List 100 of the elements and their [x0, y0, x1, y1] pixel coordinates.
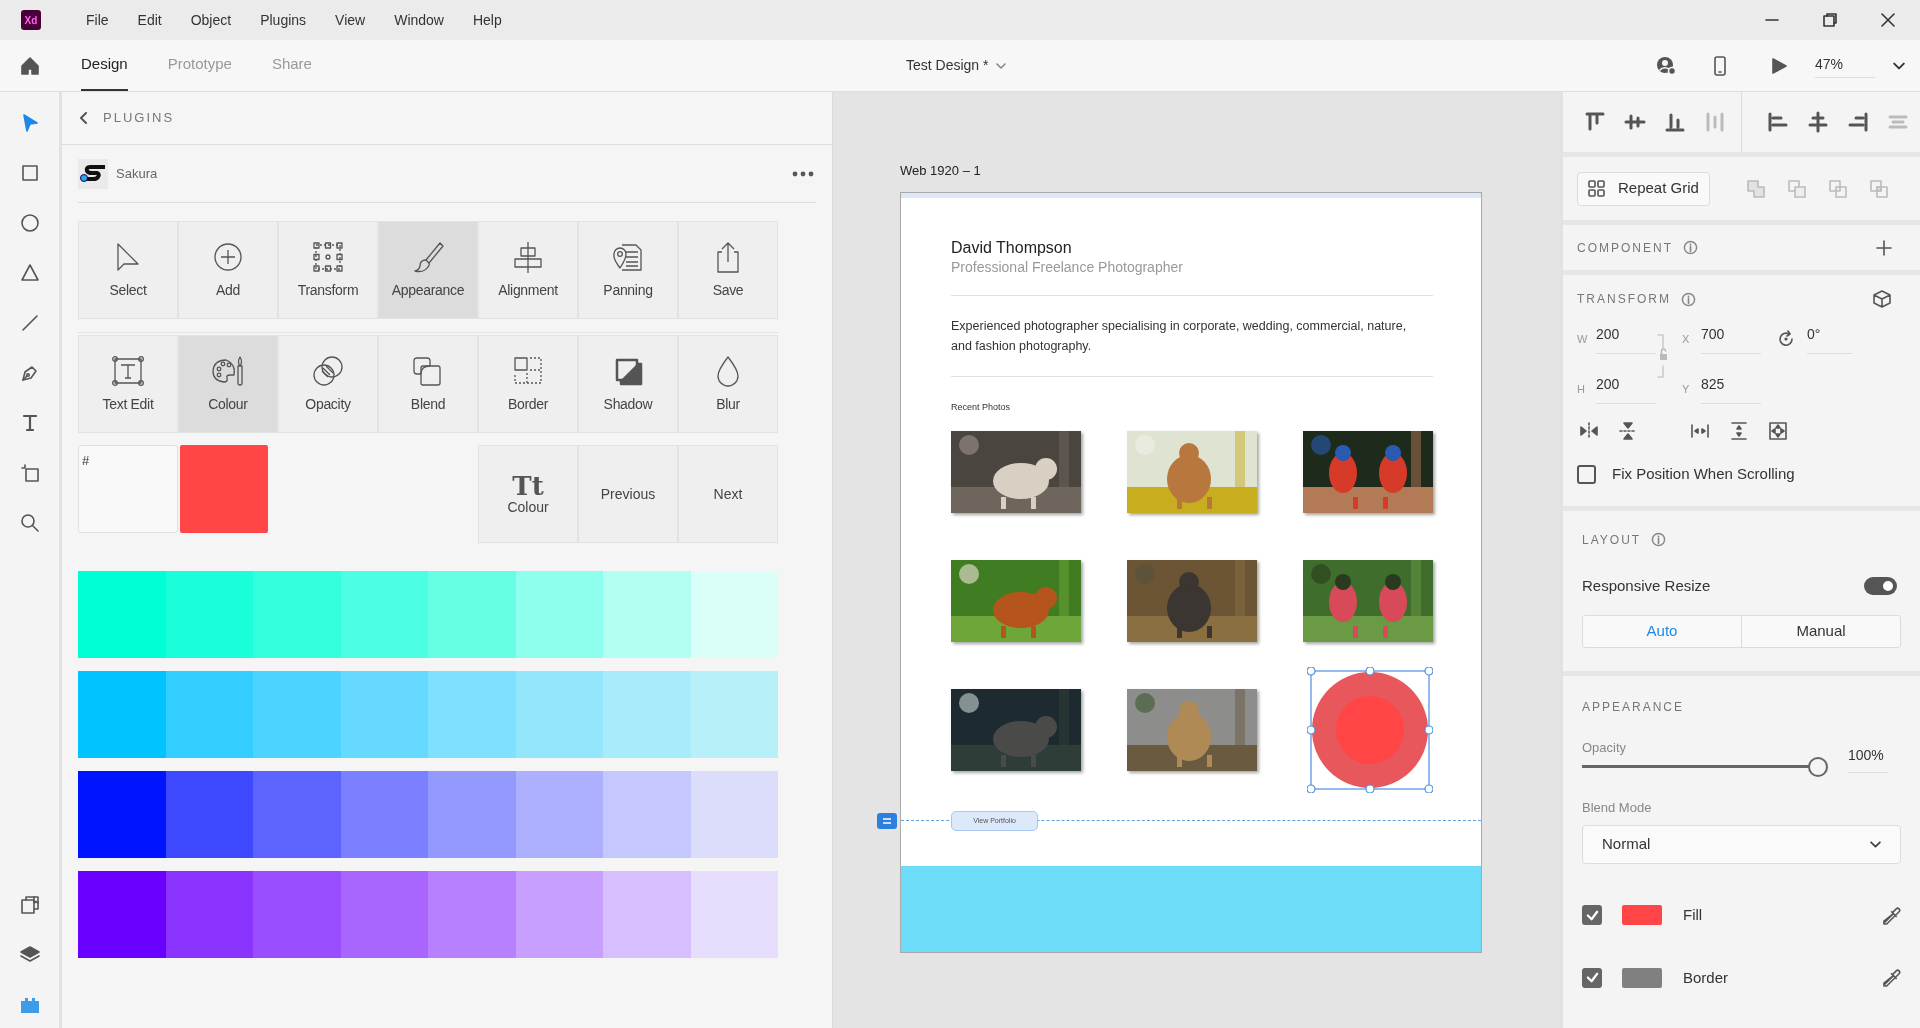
menu-item[interactable]: Edit	[137, 9, 162, 31]
plugin-tool-button[interactable]: Opacity	[278, 335, 378, 433]
checkbox[interactable]	[1577, 464, 1596, 484]
plugin-tool-button[interactable]: Transform	[278, 221, 378, 319]
opacity-value[interactable]: 100%	[1848, 744, 1888, 773]
colour-swatch[interactable]	[515, 771, 603, 858]
align-left-icon[interactable]	[1766, 110, 1790, 134]
colour-chip[interactable]	[1622, 967, 1662, 988]
colour-swatch[interactable]	[253, 771, 341, 858]
maximize-icon[interactable]	[1820, 10, 1840, 30]
intersect-icon[interactable]	[1827, 178, 1848, 199]
add-icon[interactable]	[1876, 239, 1892, 256]
play-icon[interactable]	[1770, 56, 1788, 75]
colour-swatch[interactable]	[340, 771, 428, 858]
plugin-tool-button[interactable]: Colour	[178, 335, 278, 433]
blend-mode-dropdown[interactable]: Normal	[1582, 825, 1901, 864]
text-colour-button[interactable]: Tt Colour	[478, 445, 578, 543]
colour-swatch[interactable]	[690, 771, 778, 858]
colour-swatch[interactable]	[603, 771, 691, 858]
colour-swatch[interactable]	[515, 871, 603, 958]
colour-swatch[interactable]	[78, 571, 166, 658]
colour-swatch[interactable]	[165, 571, 253, 658]
nav-button[interactable]: Next	[678, 445, 778, 543]
plugin-tool-button[interactable]: Select	[78, 221, 178, 319]
colour-swatch[interactable]	[165, 871, 253, 958]
colour-swatch[interactable]	[253, 871, 341, 958]
colour-swatch[interactable]	[340, 671, 428, 758]
colour-swatch[interactable]	[603, 871, 691, 958]
flip-horizontal-icon[interactable]	[1579, 421, 1599, 441]
menu-item[interactable]: Window	[394, 9, 444, 31]
plugin-tool-button[interactable]: Save	[678, 221, 778, 319]
zoom-tool-icon[interactable]	[18, 512, 41, 534]
menu-item[interactable]: View	[335, 9, 366, 31]
info-icon[interactable]	[1681, 291, 1696, 307]
colour-swatch[interactable]	[690, 671, 778, 758]
plugin-tool-button[interactable]: Border	[478, 335, 578, 433]
plugin-tool-button[interactable]: Text Edit	[78, 335, 178, 433]
segment-button[interactable]: Manual	[1741, 616, 1900, 647]
rotate-icon[interactable]	[1777, 330, 1795, 348]
colour-swatch[interactable]	[78, 771, 166, 858]
colour-swatch[interactable]	[428, 671, 516, 758]
flip-vertical-icon[interactable]	[1618, 421, 1638, 441]
colour-swatch[interactable]	[340, 871, 428, 958]
3d-cube-icon[interactable]	[1872, 289, 1892, 309]
close-icon[interactable]	[1878, 10, 1898, 30]
pin-edges-icon[interactable]	[1768, 421, 1788, 441]
artboard-label[interactable]: Web 1920 – 1	[900, 161, 1560, 181]
align-right-icon[interactable]	[1846, 110, 1870, 134]
plugin-tool-button[interactable]: Blend	[378, 335, 478, 433]
colour-swatch[interactable]	[515, 671, 603, 758]
colour-swatch[interactable]	[690, 571, 778, 658]
menu-item[interactable]: File	[86, 9, 109, 31]
checkbox[interactable]	[1582, 905, 1602, 926]
checkbox-label[interactable]: Fix Position When Scrolling	[1612, 463, 1795, 486]
lock-icon[interactable]	[1657, 334, 1669, 378]
plugin-tool-button[interactable]: Appearance	[378, 221, 478, 319]
guide-handle-icon[interactable]	[877, 813, 897, 829]
ellipse-tool-icon[interactable]	[18, 212, 41, 234]
colour-swatch[interactable]	[78, 871, 166, 958]
colour-swatch[interactable]	[253, 671, 341, 758]
home-icon[interactable]	[19, 54, 41, 77]
colour-swatch[interactable]	[428, 571, 516, 658]
hex-colour-field[interactable]: #	[78, 445, 178, 533]
colour-swatch[interactable]	[428, 771, 516, 858]
more-icon[interactable]	[792, 170, 814, 177]
colour-swatch[interactable]	[603, 571, 691, 658]
transform-field[interactable]: 200	[1596, 374, 1656, 404]
eyedropper-icon[interactable]	[1882, 968, 1901, 988]
align-center-icon[interactable]	[1806, 110, 1830, 134]
document-title[interactable]: Test Design *	[906, 55, 989, 76]
transform-field[interactable]: 200	[1596, 324, 1656, 354]
opacity-slider[interactable]	[1582, 755, 1826, 778]
artboard-tool-icon[interactable]	[18, 462, 41, 484]
plugin-tool-button[interactable]: Add	[178, 221, 278, 319]
rotation-field[interactable]: 0°	[1807, 324, 1852, 354]
fixed-width-icon[interactable]	[1690, 421, 1710, 441]
triangle-tool-icon[interactable]	[18, 262, 41, 284]
plugin-tool-button[interactable]: Shadow	[578, 335, 678, 433]
menu-item[interactable]: Plugins	[260, 9, 307, 31]
colour-swatch[interactable]	[428, 871, 516, 958]
transform-field[interactable]: 825	[1701, 374, 1761, 404]
exclude-icon[interactable]	[1868, 178, 1889, 199]
plugin-tool-button[interactable]: Panning	[578, 221, 678, 319]
eyedropper-icon[interactable]	[1882, 905, 1901, 925]
phone-icon[interactable]	[1713, 54, 1727, 77]
back-icon[interactable]	[79, 112, 89, 124]
info-icon[interactable]	[1651, 532, 1667, 547]
colour-swatch[interactable]	[78, 671, 166, 758]
subtract-icon[interactable]	[1786, 178, 1807, 199]
info-icon[interactable]	[1683, 240, 1698, 255]
colour-swatch[interactable]	[340, 571, 428, 658]
menu-item[interactable]: Help	[472, 9, 502, 31]
zoom-level[interactable]: 47%	[1815, 53, 1875, 78]
colour-swatch[interactable]	[165, 771, 253, 858]
colour-swatch[interactable]	[690, 871, 778, 958]
colour-swatch[interactable]	[165, 671, 253, 758]
plugin-tool-button[interactable]: Alignment	[478, 221, 578, 319]
user-add-icon[interactable]	[1655, 54, 1677, 77]
menu-item[interactable]: Object	[190, 9, 232, 31]
colour-swatch[interactable]	[603, 671, 691, 758]
